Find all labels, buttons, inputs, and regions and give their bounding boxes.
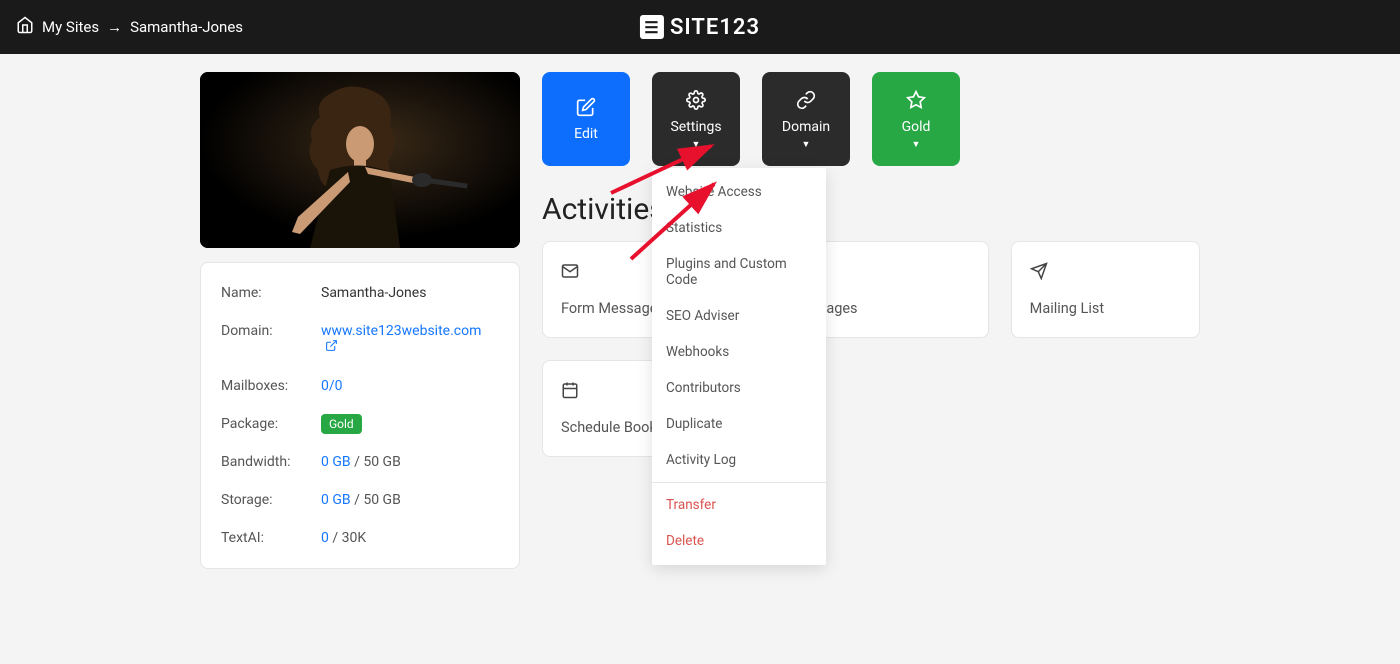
caret-down-icon: ▼ — [802, 139, 811, 150]
name-value: Samantha-Jones — [321, 285, 426, 301]
storage-total: / 50 GB — [351, 492, 401, 508]
textai-used: 0 — [321, 530, 329, 546]
info-card: Name: Samantha-Jones Domain: www.site123… — [200, 262, 520, 569]
right-column: Edit Settings ▼ Domain ▼ Gold — [542, 72, 1200, 479]
languages-label: uages — [818, 300, 969, 317]
domain-text: www.site123website.com — [321, 323, 481, 339]
gold-label: Gold — [902, 119, 931, 135]
package-badge: Gold — [321, 414, 362, 434]
name-label: Name: — [221, 285, 321, 301]
breadcrumb-home[interactable]: My Sites — [42, 18, 99, 36]
logo-text: SITE123 — [670, 15, 760, 40]
dropdown-item-webhooks[interactable]: Webhooks — [652, 334, 826, 370]
edit-label: Edit — [574, 126, 598, 142]
dropdown-item-statistics[interactable]: Statistics — [652, 210, 826, 246]
bandwidth-value: 0 GB / 50 GB — [321, 454, 401, 470]
textai-value: 0 / 30K — [321, 530, 366, 546]
mailboxes-value[interactable]: 0/0 — [321, 378, 343, 394]
info-row-bandwidth: Bandwidth: 0 GB / 50 GB — [221, 454, 499, 470]
breadcrumb-current[interactable]: Samantha-Jones — [130, 18, 243, 36]
textai-label: TextAI: — [221, 530, 321, 546]
settings-label: Settings — [670, 119, 721, 135]
logo-icon: ☰ — [640, 15, 664, 39]
info-row-mailboxes: Mailboxes: 0/0 — [221, 378, 499, 394]
dropdown-item-delete[interactable]: Delete — [652, 523, 826, 559]
caret-down-icon: ▼ — [912, 139, 921, 150]
dropdown-item-plugins[interactable]: Plugins and Custom Code — [652, 246, 826, 298]
storage-label: Storage: — [221, 492, 321, 508]
chevron-right-icon: → — [107, 18, 122, 36]
gold-button[interactable]: Gold ▼ — [872, 72, 960, 166]
left-column: Name: Samantha-Jones Domain: www.site123… — [200, 72, 520, 569]
storage-value: 0 GB / 50 GB — [321, 492, 401, 508]
dropdown-item-transfer[interactable]: Transfer — [652, 487, 826, 523]
info-row-name: Name: Samantha-Jones — [221, 285, 499, 301]
domain-button[interactable]: Domain ▼ — [762, 72, 850, 166]
breadcrumb: My Sites → Samantha-Jones — [16, 16, 243, 38]
mailboxes-label: Mailboxes: — [221, 378, 321, 394]
activity-card-mailing-list[interactable]: Mailing List — [1011, 241, 1200, 338]
activity-row-2: Schedule Booki — [542, 360, 1200, 457]
gear-icon — [685, 89, 707, 111]
edit-icon — [575, 96, 597, 118]
dropdown-item-website-access[interactable]: Website Access — [652, 174, 826, 210]
settings-dropdown: Website Access Statistics Plugins and Cu… — [652, 168, 826, 565]
star-icon — [905, 89, 927, 111]
domain-value[interactable]: www.site123website.com — [321, 323, 499, 356]
settings-button[interactable]: Settings ▼ — [652, 72, 740, 166]
topbar: My Sites → Samantha-Jones ☰ SITE123 — [0, 0, 1400, 54]
storage-used: 0 GB — [321, 492, 351, 508]
info-row-textai: TextAI: 0 / 30K — [221, 530, 499, 546]
logo[interactable]: ☰ SITE123 — [640, 15, 760, 40]
link-icon — [795, 89, 817, 111]
bandwidth-total: / 50 GB — [351, 454, 401, 470]
domain-label: Domain: — [221, 323, 321, 356]
domain-label: Domain — [782, 119, 830, 135]
package-label: Package: — [221, 416, 321, 432]
info-row-package: Package: Gold — [221, 416, 499, 432]
dropdown-item-duplicate[interactable]: Duplicate — [652, 406, 826, 442]
info-row-storage: Storage: 0 GB / 50 GB — [221, 492, 499, 508]
send-icon — [1030, 262, 1181, 284]
mailing-list-label: Mailing List — [1030, 300, 1181, 317]
info-row-domain: Domain: www.site123website.com — [221, 323, 499, 356]
activities-title: Activities — [542, 192, 1200, 227]
home-icon[interactable] — [16, 16, 34, 38]
bandwidth-label: Bandwidth: — [221, 454, 321, 470]
dropdown-item-seo[interactable]: SEO Adviser — [652, 298, 826, 334]
activity-row-1: Form Messages uages Mailing List — [542, 241, 1200, 338]
caret-down-icon: ▼ — [692, 139, 701, 150]
main-container: Name: Samantha-Jones Domain: www.site123… — [190, 72, 1210, 569]
external-link-icon — [325, 339, 338, 356]
package-value: Gold — [321, 416, 362, 432]
dropdown-divider — [652, 482, 826, 483]
site-preview-image[interactable] — [200, 72, 520, 248]
textai-total: / 30K — [329, 530, 366, 546]
dropdown-item-contributors[interactable]: Contributors — [652, 370, 826, 406]
dropdown-item-activity-log[interactable]: Activity Log — [652, 442, 826, 478]
edit-button[interactable]: Edit — [542, 72, 630, 166]
action-row: Edit Settings ▼ Domain ▼ Gold — [542, 72, 1200, 166]
bandwidth-used: 0 GB — [321, 454, 351, 470]
